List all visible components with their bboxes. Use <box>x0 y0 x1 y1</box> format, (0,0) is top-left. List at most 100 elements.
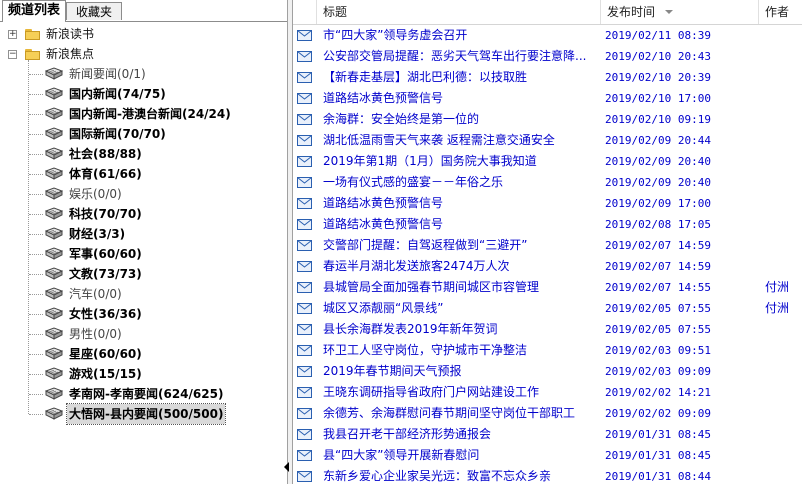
book-icon <box>45 307 63 320</box>
article-title: 湖北低温雨雪天气来袭 返程需注意交通安全 <box>323 133 555 147</box>
article-row[interactable]: 2019年春节期间天气预报 2019/02/03 09:09 <box>293 361 802 382</box>
tree-branch-line <box>29 354 43 355</box>
list-header: 标题 发布时间 作者 <box>293 0 802 25</box>
tree-channel[interactable]: 大悟网-县内要闻(500/500) <box>0 403 287 425</box>
tree-channel[interactable]: 科技(70/70) <box>0 204 287 224</box>
envelope-icon <box>297 345 312 356</box>
article-row[interactable]: 2019年第1期（1月）国务院大事我知道 2019/02/09 20:40 <box>293 151 802 172</box>
article-row[interactable]: 一场有仪式感的盛宴－－年俗之乐 2019/02/09 20:40 <box>293 172 802 193</box>
header-title[interactable]: 标题 <box>317 0 601 24</box>
envelope-icon <box>297 51 312 62</box>
tree-channel-label: 新闻要闻(0/1) <box>69 67 146 81</box>
envelope-icon <box>297 303 312 314</box>
tree-channel-label: 社会(88/88) <box>69 147 142 161</box>
article-date: 2019/01/31 08:45 <box>605 428 711 441</box>
tree-channel[interactable]: 男性(0/0) <box>0 324 287 344</box>
article-row[interactable]: 道路结冰黄色预警信号 2019/02/10 17:00 <box>293 88 802 109</box>
article-row[interactable]: 公安部交管局提醒：恶劣天气驾车出行要注意降... 2019/02/10 20:43 <box>293 46 802 67</box>
book-icon <box>45 187 63 200</box>
article-title: 春运半月湖北发送旅客2474万人次 <box>323 259 510 273</box>
envelope-icon <box>297 471 312 482</box>
tree-folder[interactable]: − 新浪焦点 <box>0 44 287 64</box>
article-row[interactable]: 道路结冰黄色预警信号 2019/02/09 17:00 <box>293 193 802 214</box>
envelope-icon <box>297 93 312 104</box>
expander-icon[interactable]: + <box>8 30 17 39</box>
article-date: 2019/02/10 17:00 <box>605 92 711 105</box>
book-icon <box>45 87 63 100</box>
tree-channel[interactable]: 星座(60/60) <box>0 344 287 364</box>
article-author: 付洲 <box>765 301 790 315</box>
article-title: 余德芳、余海群慰问春节期间坚守岗位干部职工 <box>323 406 576 420</box>
envelope-icon <box>297 429 312 440</box>
article-date: 2019/02/09 20:40 <box>605 155 711 168</box>
book-icon <box>45 327 63 340</box>
article-date: 2019/02/09 20:44 <box>605 134 711 147</box>
envelope-icon <box>297 450 312 461</box>
tree-channel[interactable]: 新闻要闻(0/1) <box>0 64 287 84</box>
tree-branch-line <box>29 74 43 75</box>
article-row[interactable]: 湖北低温雨雪天气来袭 返程需注意交通安全 2019/02/09 20:44 <box>293 130 802 151</box>
tab-channel-list[interactable]: 频道列表 <box>2 0 66 22</box>
article-date: 2019/02/07 14:59 <box>605 260 711 273</box>
tree-folder-label: 新浪焦点 <box>46 47 95 61</box>
envelope-icon <box>297 219 312 230</box>
article-title: 交警部门提醒：自驾返程做到“三避开” <box>323 238 528 252</box>
tree-channel-label: 财经(3/3) <box>69 227 126 241</box>
header-icon-column[interactable] <box>293 0 317 24</box>
tree-channel[interactable]: 国际新闻(70/70) <box>0 124 287 144</box>
article-date: 2019/02/05 07:55 <box>605 323 711 336</box>
tree-channel[interactable]: 社会(88/88) <box>0 144 287 164</box>
header-author[interactable]: 作者 <box>759 0 802 24</box>
article-row[interactable]: 余海群：安全始终是第一位的 2019/02/10 09:19 <box>293 109 802 130</box>
folder-icon <box>25 48 41 60</box>
tree-channel[interactable]: 娱乐(0/0) <box>0 184 287 204</box>
tree-branch-line <box>29 274 43 275</box>
channel-panel: 频道列表 收藏夹 + 新浪读书 − 新浪焦点 新闻要闻(0/1) 国内新闻(74/75) 国… <box>0 0 288 484</box>
article-title: 王晓东调研指导省政府门户网站建设工作 <box>323 385 540 399</box>
article-row[interactable]: 道路结冰黄色预警信号 2019/02/08 17:05 <box>293 214 802 235</box>
article-row[interactable]: 春运半月湖北发送旅客2474万人次 2019/02/07 14:59 <box>293 256 802 277</box>
article-row[interactable]: 王晓东调研指导省政府门户网站建设工作 2019/02/02 14:21 <box>293 382 802 403</box>
article-row[interactable]: 县“四大家”领导开展新春慰问 2019/01/31 08:45 <box>293 445 802 466</box>
article-title: 市“四大家”领导务虚会召开 <box>323 28 468 42</box>
article-row[interactable]: 环卫工人坚守岗位，守护城市干净整洁 2019/02/03 09:51 <box>293 340 802 361</box>
tree-channel[interactable]: 财经(3/3) <box>0 224 287 244</box>
tree-branch-line <box>29 94 43 95</box>
tree-channel-label: 娱乐(0/0) <box>69 187 122 201</box>
tree-channel[interactable]: 孝南网-孝南要闻(624/625) <box>0 384 287 404</box>
tree-branch-line <box>29 214 43 215</box>
tree-channel[interactable]: 国内新闻-港澳台新闻(24/24) <box>0 104 287 124</box>
tree-channel[interactable]: 军事(60/60) <box>0 244 287 264</box>
tree-branch-line <box>29 394 43 395</box>
tree-channel[interactable]: 文教(73/73) <box>0 264 287 284</box>
article-row[interactable]: 交警部门提醒：自驾返程做到“三避开” 2019/02/07 14:59 <box>293 235 802 256</box>
tree-branch-line <box>29 134 43 135</box>
tree-channel[interactable]: 汽车(0/0) <box>0 284 287 304</box>
tree-channel[interactable]: 女性(36/36) <box>0 304 287 324</box>
article-row[interactable]: 城区又添靓丽“风景线” 2019/02/05 07:55 付洲 <box>293 298 802 319</box>
book-icon <box>45 207 63 220</box>
tree-folder[interactable]: + 新浪读书 <box>0 24 287 44</box>
collapse-arrow-icon[interactable] <box>284 462 289 472</box>
tab-favorites[interactable]: 收藏夹 <box>66 2 122 20</box>
header-date[interactable]: 发布时间 <box>601 0 759 24</box>
book-icon <box>45 267 63 280</box>
tree-branch-line <box>29 114 43 115</box>
article-date: 2019/02/10 20:39 <box>605 71 711 84</box>
header-date-label: 发布时间 <box>607 5 656 19</box>
tree-channel[interactable]: 游戏(15/15) <box>0 364 287 384</box>
tree-channel[interactable]: 国内新闻(74/75) <box>0 84 287 104</box>
article-row[interactable]: 市“四大家”领导务虚会召开 2019/02/11 08:39 <box>293 25 802 46</box>
article-title: 县城管局全面加强春节期间城区市容管理 <box>323 280 540 294</box>
tree-branch-line <box>29 254 43 255</box>
article-row[interactable]: 余德芳、余海群慰问春节期间坚守岗位干部职工 2019/02/02 09:09 <box>293 403 802 424</box>
tree-channel[interactable]: 体育(61/66) <box>0 164 287 184</box>
article-row[interactable]: 【新春走基层】湖北巴利德：以技取胜 2019/02/10 20:39 <box>293 67 802 88</box>
article-row[interactable]: 我县召开老干部经济形势通报会 2019/01/31 08:45 <box>293 424 802 445</box>
article-row[interactable]: 县城管局全面加强春节期间城区市容管理 2019/02/07 14:55 付洲 <box>293 277 802 298</box>
article-row[interactable]: 县长余海群发表2019年新年贺词 2019/02/05 07:55 <box>293 319 802 340</box>
envelope-icon <box>297 72 312 83</box>
article-date: 2019/02/03 09:09 <box>605 365 711 378</box>
expander-icon[interactable]: − <box>8 50 17 59</box>
tree-branch-line <box>29 194 43 195</box>
